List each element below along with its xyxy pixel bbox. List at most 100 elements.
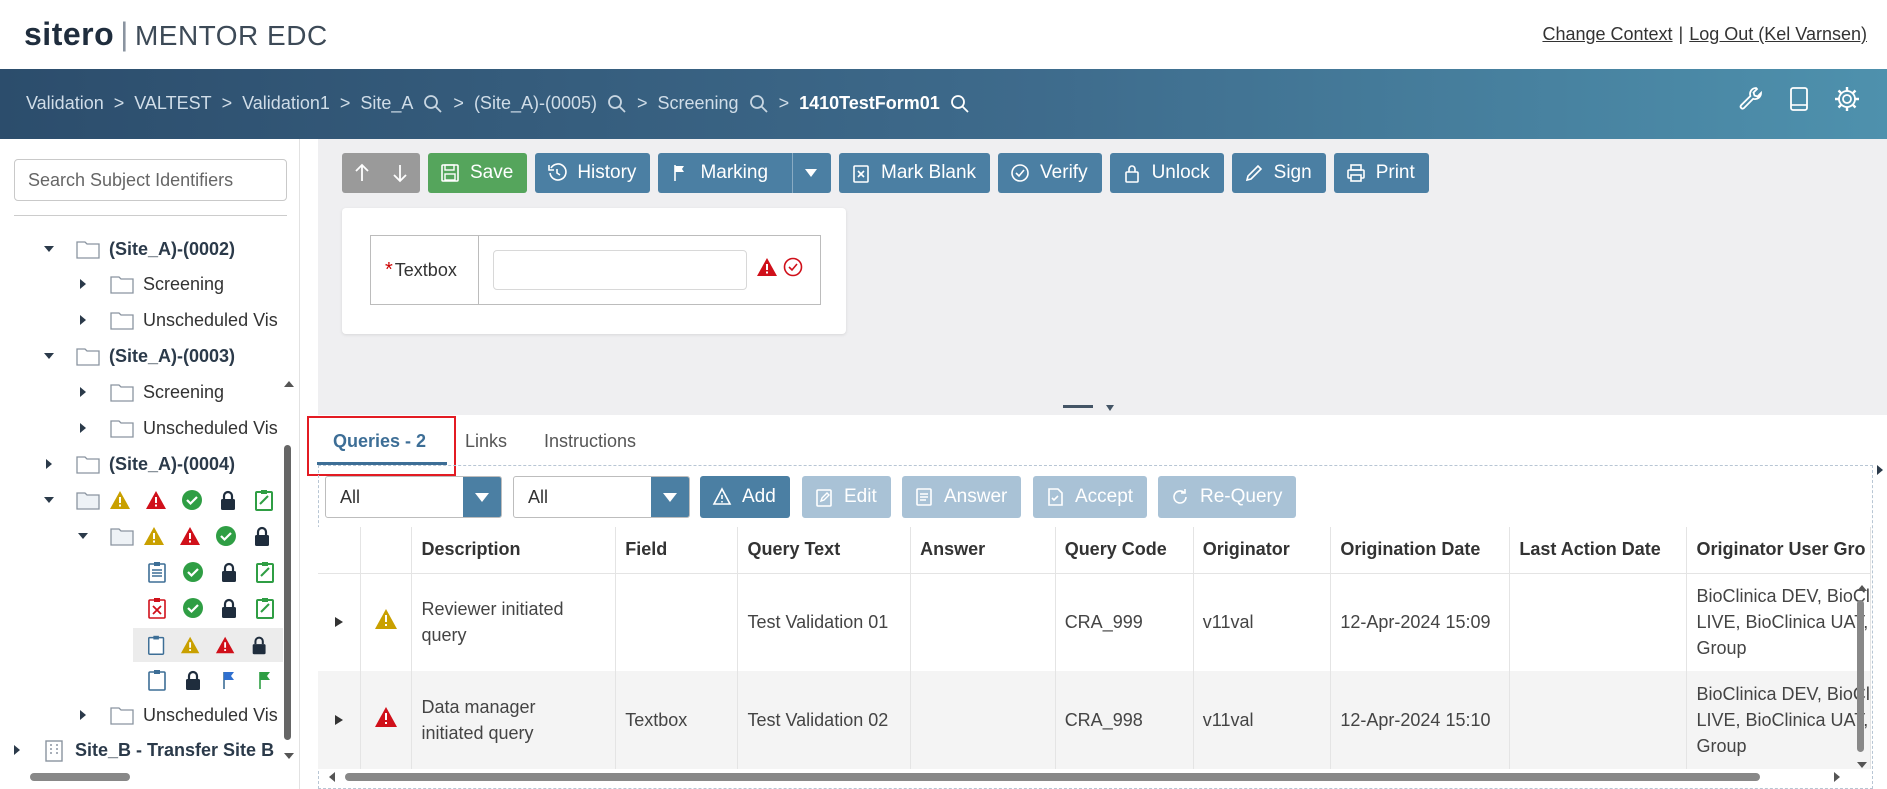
save-label: Save (470, 162, 514, 183)
grid-scrollbar-horizontal[interactable] (345, 773, 1760, 781)
column-header[interactable]: Originator (1193, 527, 1332, 574)
answer-cell (910, 573, 1056, 671)
history-button[interactable]: History (535, 153, 651, 193)
scroll-up-icon[interactable] (284, 379, 294, 387)
chevron-down-icon[interactable] (792, 153, 818, 193)
tree-visit-screening[interactable]: Screening (76, 377, 224, 407)
arrow-up-icon[interactable] (352, 163, 372, 183)
tab-instructions[interactable]: Instructions (544, 431, 636, 452)
tree-label: (Site_A)-(0002) (109, 238, 236, 259)
tree-subject-0003[interactable]: (Site_A)-(0003) (42, 341, 235, 371)
caret-right-icon[interactable] (10, 743, 24, 757)
tree-scrollbar-vertical[interactable] (284, 445, 291, 740)
grid-scrollbar-vertical[interactable] (1857, 600, 1864, 752)
logout-link[interactable]: Log Out (Kel Varnsen) (1689, 24, 1867, 44)
tree-visit-unscheduled[interactable]: Unscheduled Vis (76, 305, 286, 335)
caret-right-icon[interactable] (76, 421, 90, 435)
subject-search-input[interactable] (14, 159, 287, 201)
tree-visit-unscheduled[interactable]: Unscheduled Vis (76, 700, 286, 730)
scroll-down-icon[interactable] (1857, 760, 1867, 768)
tree-visit-screening[interactable]: Screening (76, 269, 224, 299)
caret-down-icon[interactable] (42, 349, 56, 363)
gear-icon[interactable] (1833, 85, 1861, 113)
chevron-down-icon[interactable] (463, 477, 501, 517)
table-row[interactable]: Data manager initiated query Textbox Test… (318, 671, 1871, 769)
edit-query-button[interactable]: Edit (802, 476, 891, 518)
column-header[interactable]: Field (615, 527, 739, 574)
caret-right-icon[interactable] (334, 616, 344, 628)
requery-button[interactable]: Re-Query (1158, 476, 1297, 518)
query-type-select[interactable]: All (513, 476, 690, 518)
error-icon[interactable] (756, 256, 778, 278)
tablet-icon[interactable] (1785, 85, 1813, 113)
tree-subject-0005[interactable] (42, 485, 289, 515)
column-header[interactable]: Description (411, 527, 617, 574)
check-circle-icon[interactable] (782, 256, 804, 278)
add-query-button[interactable]: Add (700, 476, 790, 518)
scroll-right-icon[interactable] (1834, 772, 1842, 782)
table-row[interactable]: Reviewer initiated query Test Validation … (318, 573, 1871, 671)
column-header[interactable]: Last Action Date (1509, 527, 1688, 574)
flag-icon (674, 165, 685, 181)
query-status-select[interactable]: All (325, 476, 502, 518)
column-header[interactable]: Answer (910, 527, 1056, 574)
chevron-down-icon[interactable] (1106, 405, 1114, 411)
search-icon[interactable] (607, 94, 627, 114)
marking-button[interactable]: Marking (658, 153, 832, 193)
search-icon[interactable] (749, 94, 769, 114)
caret-down-icon[interactable] (42, 242, 56, 256)
caret-right-icon[interactable] (76, 313, 90, 327)
tree-label: Unscheduled Vis (143, 417, 278, 438)
answer-query-button[interactable]: Answer (902, 476, 1022, 518)
tree-scrollbar-horizontal[interactable] (30, 773, 130, 781)
pane-splitter[interactable] (1063, 405, 1093, 408)
column-header[interactable]: Origination Date (1330, 527, 1511, 574)
tree-subject-0004[interactable]: (Site_A)-(0004) (42, 449, 235, 479)
tree-subject-0002[interactable]: (Site_A)-(0002) (42, 234, 235, 264)
caret-down-icon[interactable] (42, 493, 56, 507)
tree-form-4[interactable] (146, 665, 290, 695)
caret-right-icon[interactable] (76, 385, 90, 399)
column-header[interactable]: Query Text (737, 527, 912, 574)
tree-visit-screening-0005[interactable] (76, 521, 287, 551)
caret-down-icon[interactable] (76, 529, 90, 543)
change-context-link[interactable]: Change Context (1542, 24, 1672, 44)
save-button[interactable]: Save (428, 153, 528, 193)
wrench-icon[interactable] (1737, 85, 1765, 113)
caret-right-icon[interactable] (42, 457, 56, 471)
breadcrumb-version[interactable]: Validation1 (242, 93, 330, 114)
tree-form-2[interactable] (146, 593, 290, 623)
breadcrumb-subject[interactable]: (Site_A)-(0005) (474, 93, 597, 114)
breadcrumb-site[interactable]: Site_A (360, 93, 413, 114)
caret-right-icon[interactable] (334, 714, 344, 726)
breadcrumb-study[interactable]: Validation (26, 93, 104, 114)
tree-site-b[interactable]: Site_B - Transfer Site B (10, 735, 274, 765)
unlock-button[interactable]: Unlock (1109, 153, 1224, 193)
tree-form-1[interactable] (146, 557, 290, 587)
sign-button[interactable]: Sign (1231, 153, 1326, 193)
arrow-down-icon[interactable] (390, 163, 410, 183)
search-icon[interactable] (423, 94, 443, 114)
tree-form-selected[interactable] (133, 628, 283, 662)
chevron-down-icon[interactable] (651, 477, 689, 517)
breadcrumb-visit[interactable]: Screening (658, 93, 739, 114)
breadcrumb-protocol[interactable]: VALTEST (134, 93, 211, 114)
mark-blank-button[interactable]: Mark Blank (839, 153, 991, 193)
expand-panel-icon[interactable] (1877, 465, 1885, 475)
scroll-up-icon[interactable] (1857, 583, 1867, 591)
tree-visit-unscheduled[interactable]: Unscheduled Vis (76, 413, 286, 443)
accept-query-button[interactable]: Accept (1033, 476, 1148, 518)
check-circle-icon (216, 526, 236, 546)
print-button[interactable]: Print (1333, 153, 1429, 193)
scroll-down-icon[interactable] (284, 751, 294, 759)
tab-links[interactable]: Links (465, 431, 507, 452)
search-icon[interactable] (950, 94, 970, 114)
column-header[interactable]: Originator User Gro (1686, 527, 1871, 574)
group-text: BioClinica DEV, BioCl (1696, 586, 1870, 607)
verify-button[interactable]: Verify (998, 153, 1102, 193)
textbox-input[interactable] (493, 250, 747, 290)
caret-right-icon[interactable] (76, 708, 90, 722)
column-header[interactable]: Query Code (1055, 527, 1194, 574)
caret-right-icon[interactable] (76, 277, 90, 291)
scroll-left-icon[interactable] (327, 772, 335, 782)
